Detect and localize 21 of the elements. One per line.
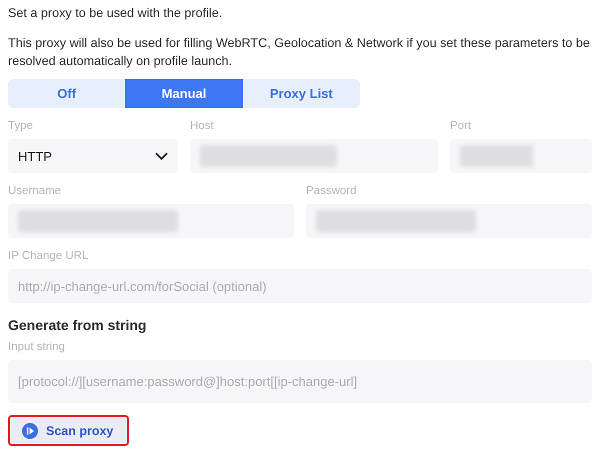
type-dropdown[interactable]: HTTP — [8, 139, 178, 173]
description-text: Set a proxy to be used with the profile. — [8, 5, 224, 22]
field-label: Password — [306, 185, 358, 199]
field-label: IP Change URL — [8, 250, 90, 264]
input-field[interactable] — [190, 139, 438, 173]
scan-proxy-button[interactable]: Scan proxy — [8, 415, 130, 446]
field-label: Host — [190, 120, 215, 134]
input-field[interactable]: http://ip-change-url.com/forSocial (optional) — [8, 269, 592, 303]
description-text: This proxy will also be used for filling WebRTC, Geolocation & Network if you set these parameters to be resolved automatically on profile launch. — [8, 35, 591, 70]
chevron-down-icon — [155, 152, 168, 160]
field-label: Port — [450, 120, 472, 134]
section-heading: Generate from string — [8, 317, 148, 333]
field-label: Type — [8, 120, 34, 134]
field-label: Username — [8, 185, 62, 199]
input-string-field[interactable]: [protocol://][username:password@]host:port[[ip-change-url] — [8, 360, 592, 403]
mode-tab[interactable]: Manual — [125, 79, 243, 108]
input-field[interactable] — [8, 204, 294, 238]
play-icon — [22, 422, 38, 438]
input-field[interactable] — [306, 204, 592, 238]
input-field[interactable] — [450, 139, 592, 173]
field-label: Input string — [8, 341, 66, 355]
